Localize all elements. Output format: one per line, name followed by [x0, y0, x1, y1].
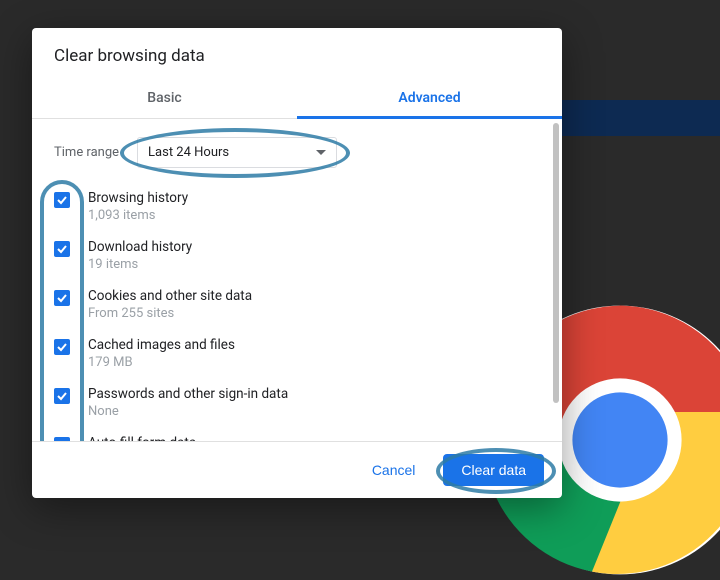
dialog-content: Time range Last 24 Hours Browsing histor… [32, 119, 562, 441]
tab-bar: Basic Advanced [32, 78, 562, 119]
time-range-row: Time range Last 24 Hours [54, 137, 540, 168]
item-subtitle: 1,093 items [88, 208, 188, 223]
list-item: Cookies and other site data From 255 sit… [54, 288, 540, 321]
check-icon [57, 342, 67, 352]
dialog-title: Clear browsing data [32, 28, 562, 78]
checkbox-download-history[interactable] [54, 241, 70, 257]
time-range-select[interactable]: Last 24 Hours [137, 137, 337, 168]
check-icon [57, 293, 67, 303]
chevron-down-icon [316, 150, 326, 155]
item-title: Cookies and other site data [88, 288, 252, 304]
dialog-footer: Cancel Clear data [32, 441, 562, 498]
list-item: Browsing history 1,093 items [54, 190, 540, 223]
list-item: Passwords and other sign-in data None [54, 386, 540, 419]
item-title: Browsing history [88, 190, 188, 206]
clear-browsing-data-dialog: Clear browsing data Basic Advanced Time … [32, 28, 562, 498]
list-item: Download history 19 items [54, 239, 540, 272]
item-subtitle: From 255 sites [88, 306, 252, 321]
cancel-button[interactable]: Cancel [354, 454, 434, 486]
time-range-label: Time range [54, 145, 119, 160]
check-icon [57, 244, 67, 254]
tab-advanced[interactable]: Advanced [297, 78, 562, 118]
list-item: Cached images and files 179 MB [54, 337, 540, 370]
data-type-list: Browsing history 1,093 items Download hi… [54, 190, 540, 441]
checkbox-cookies[interactable] [54, 290, 70, 306]
item-title: Download history [88, 239, 192, 255]
item-subtitle: 19 items [88, 257, 192, 272]
background-accent-strip [550, 100, 720, 136]
check-icon [57, 391, 67, 401]
item-subtitle: None [88, 404, 288, 419]
item-subtitle: 179 MB [88, 355, 235, 370]
item-title: Cached images and files [88, 337, 235, 353]
checkbox-browsing-history[interactable] [54, 192, 70, 208]
check-icon [57, 195, 67, 205]
checkbox-cached[interactable] [54, 339, 70, 355]
tab-basic[interactable]: Basic [32, 78, 297, 118]
clear-data-button[interactable]: Clear data [443, 454, 544, 486]
scrollbar-thumb[interactable] [553, 123, 559, 403]
item-title: Passwords and other sign-in data [88, 386, 288, 402]
time-range-value: Last 24 Hours [148, 145, 229, 160]
checkbox-passwords[interactable] [54, 388, 70, 404]
